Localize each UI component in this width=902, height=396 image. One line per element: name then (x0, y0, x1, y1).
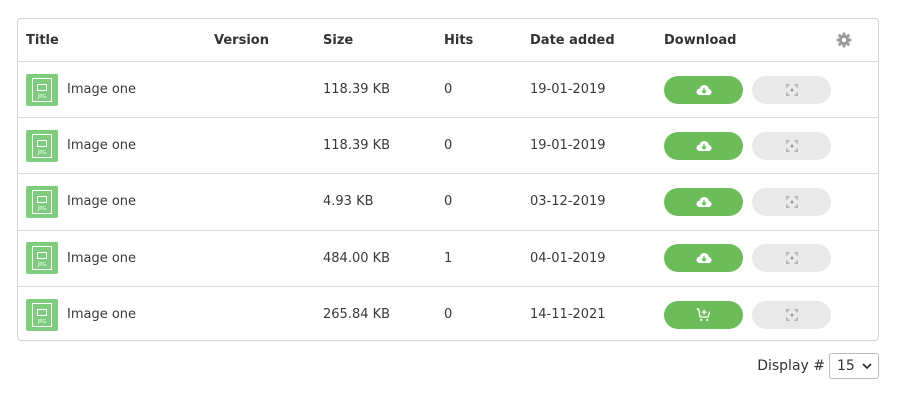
file-hits: 0 (444, 138, 453, 154)
file-type-label: JPG (37, 149, 47, 156)
column-settings-button[interactable] (836, 19, 852, 61)
header-hits[interactable]: Hits (444, 19, 473, 61)
add-to-cart-button[interactable] (664, 300, 743, 329)
file-type-label: JPG (37, 262, 47, 269)
download-button[interactable] (664, 75, 743, 104)
file-size: 118.39 KB (323, 138, 391, 154)
preview-icon (785, 309, 798, 321)
file-size: 4.93 KB (323, 194, 374, 210)
image-file-icon: JPG (26, 129, 58, 162)
file-type-label: JPG (37, 318, 47, 325)
file-title-cell[interactable]: JPG Image one (26, 174, 136, 229)
file-title[interactable]: Image one (67, 251, 136, 266)
preview-button[interactable] (752, 300, 831, 329)
file-date-added: 19-01-2019 (530, 82, 606, 98)
file-size: 265.84 KB (323, 307, 391, 323)
cloud-download-icon (696, 253, 711, 264)
table-row: JPG Image one 4.93 KB 0 03-12-2019 (18, 174, 878, 231)
image-file-icon: JPG (26, 185, 58, 218)
table-row: JPG Image one 118.39 KB 0 19-01-2019 (18, 118, 878, 175)
display-count-select[interactable]: 15 (829, 353, 879, 379)
download-button[interactable] (664, 131, 743, 160)
file-type-label: JPG (37, 205, 47, 212)
cloud-download-icon (696, 196, 711, 207)
preview-icon (785, 196, 798, 208)
file-date-added: 04-01-2019 (530, 250, 606, 266)
table-row: JPG Image one 118.39 KB 0 19-01-2019 (18, 62, 878, 119)
file-actions (664, 118, 831, 173)
file-title[interactable]: Image one (67, 138, 136, 153)
chevron-down-icon (862, 362, 872, 369)
display-label: Display # (757, 358, 825, 374)
download-button[interactable] (664, 187, 743, 216)
file-table: Title Version Size Hits Date added Downl… (17, 18, 879, 341)
file-size: 118.39 KB (323, 82, 391, 98)
header-date-added[interactable]: Date added (530, 19, 615, 61)
file-title-cell[interactable]: JPG Image one (26, 287, 136, 340)
file-size: 484.00 KB (323, 250, 391, 266)
file-title[interactable]: Image one (67, 82, 136, 97)
preview-button[interactable] (752, 75, 831, 104)
file-actions (664, 174, 831, 229)
preview-button[interactable] (752, 131, 831, 160)
file-hits: 0 (444, 82, 453, 98)
image-file-icon: JPG (26, 242, 58, 275)
file-title[interactable]: Image one (67, 194, 136, 209)
file-date-added: 19-01-2019 (530, 138, 606, 154)
header-download: Download (664, 32, 737, 48)
file-title-cell[interactable]: JPG Image one (26, 62, 136, 117)
file-title-cell[interactable]: JPG Image one (26, 231, 136, 286)
preview-icon (785, 252, 798, 264)
header-size[interactable]: Size (323, 19, 353, 61)
table-header: Title Version Size Hits Date added Downl… (18, 19, 878, 62)
cloud-download-icon (696, 140, 711, 151)
header-title[interactable]: Title (26, 19, 59, 61)
preview-button[interactable] (752, 187, 831, 216)
file-title-cell[interactable]: JPG Image one (26, 118, 136, 173)
file-title[interactable]: Image one (67, 307, 136, 322)
cart-add-icon (696, 308, 711, 321)
file-actions (664, 231, 831, 286)
image-file-icon: JPG (26, 73, 58, 106)
header-version[interactable]: Version (214, 19, 269, 61)
file-actions (664, 287, 831, 340)
preview-button[interactable] (752, 244, 831, 273)
file-hits: 0 (444, 307, 453, 323)
preview-icon (785, 83, 798, 96)
table-row: JPG Image one 265.84 KB 0 14-11-2021 (18, 287, 878, 340)
file-hits: 1 (444, 250, 453, 266)
file-hits: 0 (444, 194, 453, 210)
download-button[interactable] (664, 244, 743, 273)
display-count-value: 15 (837, 358, 855, 374)
preview-icon (785, 140, 798, 152)
file-actions (664, 62, 831, 117)
pagination-footer: Display # 15 (757, 353, 879, 379)
file-date-added: 14-11-2021 (530, 307, 606, 323)
file-type-label: JPG (37, 93, 47, 100)
image-file-icon: JPG (26, 298, 58, 331)
cloud-download-icon (696, 84, 711, 95)
gear-icon (836, 32, 852, 48)
table-row: JPG Image one 484.00 KB 1 04-01-2019 (18, 231, 878, 287)
file-date-added: 03-12-2019 (530, 194, 606, 210)
